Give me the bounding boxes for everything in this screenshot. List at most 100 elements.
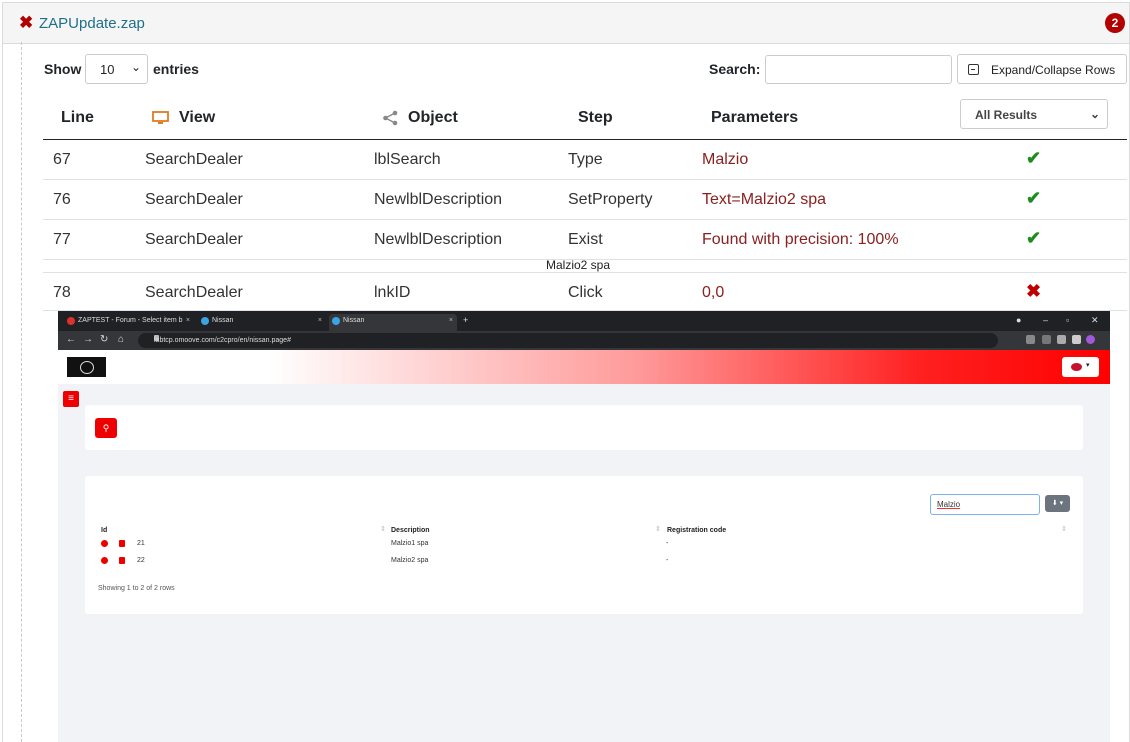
table-search-input: Malzio <box>930 494 1040 515</box>
row-id: 22 <box>137 557 145 564</box>
table-row[interactable]: 77 SearchDealer NewlblDescription Exist … <box>43 220 1127 260</box>
browser-tab: ZAPTEST - Forum - Select item b × <box>64 314 194 331</box>
row-line: 67 <box>53 151 71 168</box>
new-tab-icon: + <box>463 315 469 325</box>
row-registration: - <box>666 540 669 547</box>
reload-icon: ↻ <box>100 334 109 345</box>
info-icon <box>101 540 108 547</box>
column-header-description: Description <box>391 527 430 534</box>
script-title[interactable]: ZAPUpdate.zap <box>39 15 145 33</box>
row-parameters: 0,0 <box>702 284 725 301</box>
monitor-icon <box>152 111 169 124</box>
check-icon: ✔ <box>1026 228 1042 248</box>
download-icon: ⬇ ▾ <box>1045 495 1070 512</box>
entries-label: entries <box>153 61 199 77</box>
trash-icon <box>119 540 125 547</box>
favicon-icon <box>332 317 340 325</box>
failure-screenshot[interactable]: ZAPTEST - Forum - Select item b × Nissan… <box>58 311 1110 742</box>
close-icon: × <box>448 317 453 324</box>
results-filter-value: All Results <box>975 108 1038 122</box>
column-header-view[interactable]: View <box>179 109 215 127</box>
browser-address-bar: ← → ↻ ⌂ labtcp.omoove.com/c2cpro/en/niss… <box>58 331 1110 350</box>
tree-guide-line <box>21 42 22 742</box>
avatar <box>1086 335 1095 344</box>
close-icon: × <box>185 317 190 324</box>
table-search-value: Malzio <box>937 500 961 509</box>
error-count-badge: 2 <box>1105 13 1125 33</box>
url-text: labtcp.omoove.com/c2cpro/en/nissan.page# <box>154 337 291 344</box>
close-icon: ✕ <box>1091 315 1099 325</box>
row-registration: - <box>666 557 669 564</box>
nissan-logo-icon <box>67 357 106 377</box>
translate-icon <box>1042 335 1051 344</box>
row-object: NewlblDescription <box>374 231 503 248</box>
key-icon <box>1026 335 1035 344</box>
table-footer: Showing 1 to 2 of 2 rows <box>98 585 175 592</box>
results-filter-select[interactable]: All Results ⌄ <box>960 99 1108 129</box>
fail-icon: ✖ <box>19 13 34 32</box>
row-line: 76 <box>53 191 71 208</box>
column-header-registration: Registration code <box>667 527 727 534</box>
menu-icon: ≡ <box>63 391 79 407</box>
row-step: Click <box>568 284 603 301</box>
table-row[interactable]: 76 SearchDealer NewlblDescription SetPro… <box>43 180 1127 220</box>
restore-icon: ▫ <box>1066 315 1070 325</box>
close-icon: × <box>317 317 322 324</box>
browser-tab-title: ZAPTEST - Forum - Select item b <box>78 317 183 324</box>
column-header-step[interactable]: Step <box>578 109 613 127</box>
browser-tab-title: Nissan <box>343 317 365 324</box>
row-view: SearchDealer <box>145 191 243 208</box>
row-line: 77 <box>53 231 71 248</box>
row-parameters: Found with precision: 100% <box>702 231 899 248</box>
trash-icon <box>119 557 125 564</box>
collapse-icon <box>968 64 979 75</box>
show-label: Show <box>44 61 82 77</box>
row-line: 78 <box>53 284 71 301</box>
list-item: 21 Malzio1 spa - <box>99 537 1067 553</box>
back-icon: ← <box>66 334 76 345</box>
entries-select[interactable]: 10 ⌄ <box>85 54 148 84</box>
row-view: SearchDealer <box>145 151 243 168</box>
row-parameters: Text=Malzio2 spa <box>702 191 827 208</box>
column-header-line[interactable]: Line <box>61 109 94 127</box>
table-row[interactable]: 78 SearchDealer lnkID Click 0,0 ✖ <box>43 273 1127 311</box>
info-icon <box>101 557 108 564</box>
results-card: Malzio ⬇ ▾ Id ⇕ Description ⇕ Registrati… <box>85 476 1083 614</box>
expand-collapse-label: Expand/Collapse Rows <box>991 63 1116 77</box>
row-view: SearchDealer <box>145 284 243 301</box>
check-icon: ✔ <box>1026 188 1042 208</box>
column-header-parameters[interactable]: Parameters <box>711 109 798 127</box>
browser-tab-active: Nissan × <box>329 314 457 331</box>
entries-value: 10 <box>100 62 115 77</box>
row-step: Type <box>568 151 603 168</box>
row-object: NewlblDescription <box>374 191 503 208</box>
browser-tab: Nissan × <box>198 314 326 331</box>
home-icon: ⌂ <box>118 334 125 345</box>
row-detail-note: Malzio2 spa <box>43 259 1127 273</box>
favicon-icon <box>67 317 75 325</box>
chevron-down-icon: ⌄ <box>1089 107 1100 121</box>
row-id: 21 <box>137 540 145 547</box>
row-object: lblSearch <box>374 151 441 168</box>
row-description: Malzio2 spa <box>391 557 429 564</box>
expand-collapse-button[interactable]: Expand/Collapse Rows <box>957 54 1127 84</box>
column-header-id: Id <box>101 527 108 534</box>
column-header-object[interactable]: Object <box>408 109 458 127</box>
browser-tab-strip: ZAPTEST - Forum - Select item b × Nissan… <box>58 311 1110 331</box>
chevron-down-icon: ▾ <box>1086 362 1090 369</box>
search-input[interactable] <box>765 55 952 84</box>
sort-icon: ⇕ <box>1061 526 1067 533</box>
row-step: SetProperty <box>568 191 653 208</box>
row-view: SearchDealer <box>145 231 243 248</box>
star-icon <box>1057 335 1066 344</box>
url-field: labtcp.omoove.com/c2cpro/en/nissan.page# <box>138 333 998 348</box>
row-parameters: Malzio <box>702 151 749 168</box>
row-step: Exist <box>568 231 603 248</box>
share-icon <box>383 110 398 126</box>
row-description: Malzio1 spa <box>391 540 429 547</box>
favicon-icon <box>201 317 209 325</box>
list-item: 22 Malzio2 spa - <box>99 554 1067 570</box>
panel-header[interactable]: ✖ ZAPUpdate.zap 2 <box>3 3 1129 44</box>
browser-tab-title: Nissan <box>212 317 234 324</box>
table-row[interactable]: 67 SearchDealer lblSearch Type Malzio ✔ <box>43 140 1127 180</box>
